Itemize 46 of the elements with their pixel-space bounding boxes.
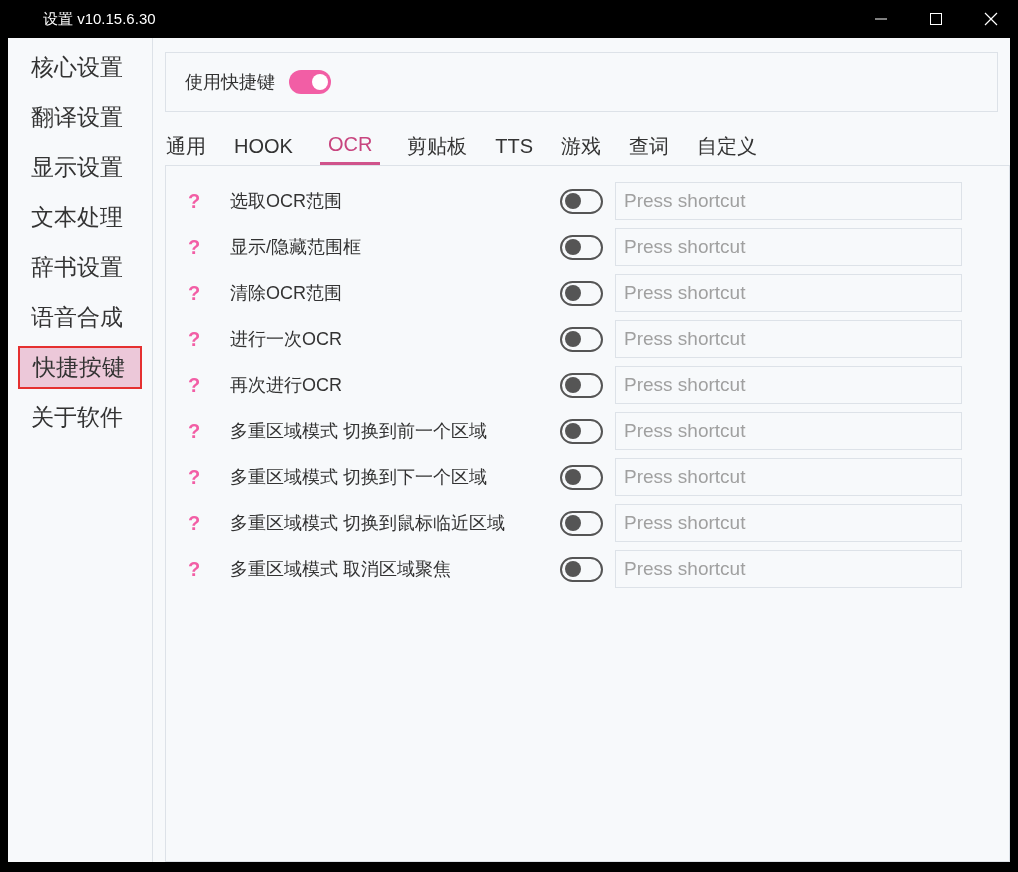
shortcut-label: 多重区域模式 切换到下一个区域 [230,465,488,489]
tab[interactable]: 通用 [165,129,207,165]
shortcut-field[interactable]: Press shortcut [615,274,962,312]
sidebar-item[interactable]: 关于软件 [18,396,142,439]
sidebar-item[interactable]: 辞书设置 [18,246,142,289]
tab[interactable]: 查词 [628,129,671,165]
shortcut-field[interactable]: Press shortcut [615,320,962,358]
toggle-switch[interactable] [560,510,603,536]
shortcut-label: 多重区域模式 切换到前一个区域 [230,419,488,443]
sidebar-item[interactable]: 核心设置 [18,46,142,89]
tab[interactable]: 自定义 [696,129,759,165]
shortcut-field[interactable]: Press shortcut [615,366,962,404]
tab[interactable]: 剪贴板 [406,129,469,165]
shortcut-label: 选取OCR范围 [230,189,343,213]
sidebar-item[interactable]: 语音合成 [18,296,142,339]
shortcut-label: 显示/隐藏范围框 [230,235,362,259]
toggle-switch[interactable] [289,70,331,94]
tab[interactable]: HOOK [233,129,294,165]
toggle-switch[interactable] [560,556,603,582]
toggle-switch[interactable] [560,464,603,490]
tab[interactable]: TTS [494,129,535,165]
shortcut-field[interactable]: Press shortcut [615,228,962,266]
shortcut-field[interactable]: Press shortcut [615,412,962,450]
shortcut-label: 清除OCR范围 [230,281,343,305]
shortcut-field[interactable]: Press shortcut [615,550,962,588]
toggle-switch[interactable] [560,280,603,306]
sidebar-item[interactable]: 文本处理 [18,196,142,239]
master-switch-label: 使用快捷键 [185,70,275,94]
toggle-switch[interactable] [560,326,603,352]
toggle-switch[interactable] [560,372,603,398]
tab[interactable]: 游戏 [560,129,603,165]
sidebar-item[interactable]: 翻译设置 [18,96,142,139]
shortcut-field[interactable]: Press shortcut [615,458,962,496]
tab[interactable]: OCR [319,129,381,165]
toggle-switch[interactable] [560,418,603,444]
toggle-switch[interactable] [560,234,603,260]
toggle-switch[interactable] [560,188,603,214]
sidebar-item[interactable]: 快捷按键 [18,346,142,389]
sidebar-item[interactable]: 显示设置 [18,146,142,189]
shortcut-label: 进行一次OCR [230,327,343,351]
window-title: 设置 v10.15.6.30 [43,8,156,29]
shortcut-label: 多重区域模式 取消区域聚焦 [230,557,452,581]
shortcut-field[interactable]: Press shortcut [615,182,962,220]
shortcut-field[interactable]: Press shortcut [615,504,962,542]
shortcut-label: 多重区域模式 切换到鼠标临近区域 [230,511,506,535]
shortcut-label: 再次进行OCR [230,373,343,397]
